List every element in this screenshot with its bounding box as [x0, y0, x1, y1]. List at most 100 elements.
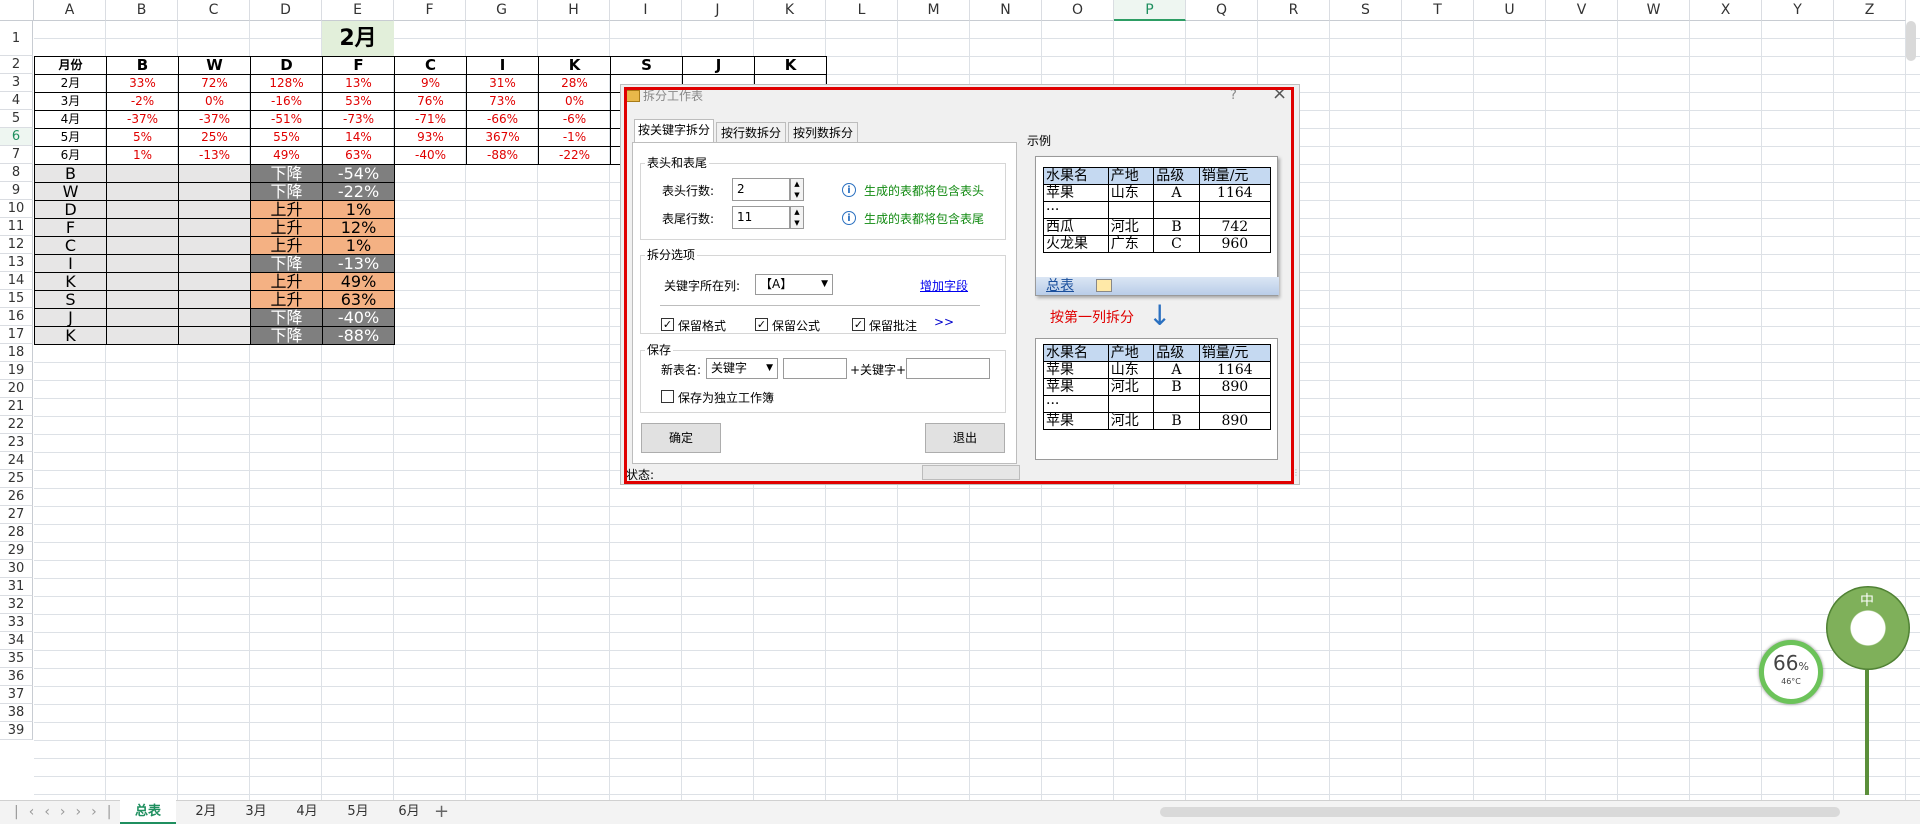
row-header-25[interactable]: 25 [0, 470, 33, 488]
row-header-17[interactable]: 17 [0, 326, 33, 344]
column-header-W[interactable]: W [1618, 0, 1690, 21]
data-cell[interactable]: 93% [394, 128, 467, 147]
data-cell[interactable]: 6月 [34, 146, 107, 165]
header-cell[interactable]: J [682, 56, 755, 75]
trend-cell[interactable]: 下降 [250, 254, 323, 273]
trend-value-cell[interactable]: 1% [322, 236, 395, 255]
column-header-H[interactable]: H [538, 0, 610, 21]
column-header-G[interactable]: G [466, 0, 538, 21]
data-cell[interactable]: -73% [322, 110, 395, 129]
trend-cell[interactable]: 上升 [250, 290, 323, 309]
trend-cell[interactable]: 下降 [250, 164, 323, 183]
data-cell[interactable]: -71% [394, 110, 467, 129]
header-cell[interactable]: K [754, 56, 827, 75]
data-cell[interactable]: 2月 [34, 74, 107, 93]
data-cell[interactable]: -51% [250, 110, 323, 129]
sheet-tab[interactable]: 5月 [338, 800, 378, 824]
data-cell[interactable]: 3月 [34, 92, 107, 111]
row-header-33[interactable]: 33 [0, 614, 33, 632]
data-cell[interactable]: 53% [322, 92, 395, 111]
column-header-Q[interactable]: Q [1186, 0, 1258, 21]
column-header-F[interactable]: F [394, 0, 466, 21]
sheet-title[interactable]: 2月 [322, 21, 394, 56]
trend-key-cell[interactable]: B [34, 164, 107, 183]
trend-key-cell[interactable]: K [34, 272, 107, 291]
header-cell[interactable]: K [538, 56, 611, 75]
data-cell[interactable]: -88% [466, 146, 539, 165]
row-header-3[interactable]: 3 [0, 74, 33, 92]
row-header-39[interactable]: 39 [0, 722, 33, 740]
row-header-29[interactable]: 29 [0, 542, 33, 560]
data-cell[interactable]: -6% [538, 110, 611, 129]
row-header-23[interactable]: 23 [0, 434, 33, 452]
row-header-14[interactable]: 14 [0, 272, 33, 290]
sheet-tab[interactable]: 总表 [120, 800, 176, 824]
row-header-24[interactable]: 24 [0, 452, 33, 470]
data-cell[interactable]: 0% [538, 92, 611, 111]
add-sheet-button[interactable]: + [434, 800, 449, 824]
row-header-38[interactable]: 38 [0, 704, 33, 722]
data-cell[interactable]: 28% [538, 74, 611, 93]
blank-cell[interactable] [106, 164, 179, 183]
data-cell[interactable]: 55% [250, 128, 323, 147]
blank-cell[interactable] [106, 272, 179, 291]
header-cell[interactable]: D [250, 56, 323, 75]
row-header-8[interactable]: 8 [0, 164, 33, 182]
trend-cell[interactable]: 上升 [250, 218, 323, 237]
trend-key-cell[interactable]: C [34, 236, 107, 255]
data-cell[interactable]: 14% [322, 128, 395, 147]
column-header-D[interactable]: D [250, 0, 322, 21]
row-header-6[interactable]: 6 [0, 128, 33, 146]
column-header-L[interactable]: L [826, 0, 898, 21]
header-cell[interactable]: I [466, 56, 539, 75]
data-cell[interactable]: 76% [394, 92, 467, 111]
column-header-Y[interactable]: Y [1762, 0, 1834, 21]
trend-key-cell[interactable]: F [34, 218, 107, 237]
row-header-10[interactable]: 10 [0, 200, 33, 218]
data-cell[interactable]: -37% [178, 110, 251, 129]
column-header-M[interactable]: M [898, 0, 970, 21]
vertical-scrollbar[interactable] [1906, 21, 1916, 791]
column-header-K[interactable]: K [754, 0, 826, 21]
blank-cell[interactable] [106, 308, 179, 327]
data-cell[interactable]: -40% [394, 146, 467, 165]
column-header-X[interactable]: X [1690, 0, 1762, 21]
trend-cell[interactable]: 上升 [250, 236, 323, 255]
header-cell[interactable]: B [106, 56, 179, 75]
row-header-36[interactable]: 36 [0, 668, 33, 686]
blank-cell[interactable] [178, 326, 251, 345]
column-header-O[interactable]: O [1042, 0, 1114, 21]
trend-key-cell[interactable]: W [34, 182, 107, 201]
data-cell[interactable]: 9% [394, 74, 467, 93]
header-cell[interactable]: S [610, 56, 683, 75]
trend-value-cell[interactable]: -40% [322, 308, 395, 327]
data-cell[interactable]: -13% [178, 146, 251, 165]
header-cell[interactable]: F [322, 56, 395, 75]
data-cell[interactable]: 13% [322, 74, 395, 93]
data-cell[interactable]: 31% [466, 74, 539, 93]
row-header-20[interactable]: 20 [0, 380, 33, 398]
blank-cell[interactable] [178, 218, 251, 237]
header-cell[interactable]: W [178, 56, 251, 75]
row-header-18[interactable]: 18 [0, 344, 33, 362]
column-header-Z[interactable]: Z [1834, 0, 1906, 21]
row-header-37[interactable]: 37 [0, 686, 33, 704]
trend-value-cell[interactable]: 1% [322, 200, 395, 219]
trend-value-cell[interactable]: 63% [322, 290, 395, 309]
blank-cell[interactable] [106, 254, 179, 273]
trend-cell[interactable]: 下降 [250, 326, 323, 345]
trend-key-cell[interactable]: I [34, 254, 107, 273]
sheet-nav-arrows[interactable]: |‹‹›››| [14, 800, 121, 824]
data-cell[interactable]: 63% [322, 146, 395, 165]
row-header-19[interactable]: 19 [0, 362, 33, 380]
sheet-tab[interactable]: 3月 [236, 800, 276, 824]
row-header-4[interactable]: 4 [0, 92, 33, 110]
data-cell[interactable]: 0% [178, 92, 251, 111]
horizontal-scrollbar[interactable] [1160, 807, 1840, 817]
data-cell[interactable]: -1% [538, 128, 611, 147]
column-header-N[interactable]: N [970, 0, 1042, 21]
row-header-32[interactable]: 32 [0, 596, 33, 614]
blank-cell[interactable] [178, 200, 251, 219]
row-header-28[interactable]: 28 [0, 524, 33, 542]
row-header-26[interactable]: 26 [0, 488, 33, 506]
